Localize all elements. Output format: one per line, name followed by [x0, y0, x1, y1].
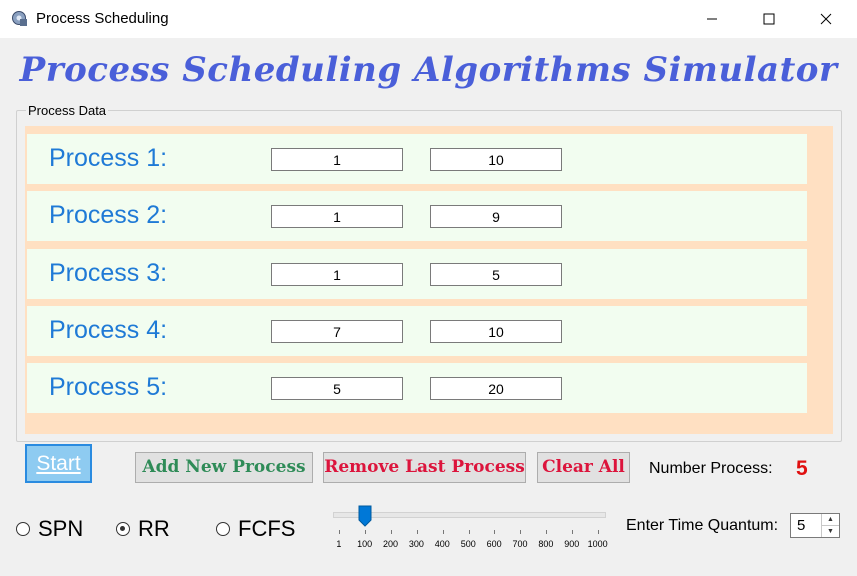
radio-circle-selected: [116, 522, 130, 536]
title-bar: Process Scheduling: [0, 0, 857, 38]
slider-tick: [468, 530, 470, 534]
slider-tick-label: 500: [460, 539, 476, 549]
time-quantum-spinner[interactable]: 5 ▲ ▼: [790, 513, 840, 538]
slider-tick: [390, 530, 392, 534]
arrival-time-input[interactable]: 1: [271, 148, 403, 171]
burst-time-input[interactable]: 10: [430, 148, 562, 171]
radio-rr[interactable]: RR: [116, 516, 170, 542]
radio-circle: [16, 522, 30, 536]
slider-tick: [572, 530, 574, 534]
time-quantum-value: 5: [797, 517, 806, 534]
start-button-label: Start: [36, 452, 81, 475]
burst-time-input[interactable]: 10: [430, 320, 562, 343]
minimize-button[interactable]: [683, 0, 741, 38]
page-title: Process Scheduling Algorithms Simulator: [19, 50, 838, 90]
maximize-icon: [763, 13, 775, 25]
slider-tick-label: 600: [486, 539, 502, 549]
slider-tick-label: 1000: [587, 539, 608, 549]
radio-dot: [120, 526, 125, 531]
arrival-time-input[interactable]: 5: [271, 377, 403, 400]
window-title: Process Scheduling: [36, 10, 169, 27]
slider-tick-label: 700: [512, 539, 528, 549]
number-process-value: 5: [796, 457, 808, 480]
slider-tick: [598, 530, 599, 534]
radio-spn[interactable]: SPN: [16, 516, 83, 542]
close-button[interactable]: [797, 0, 855, 38]
slider-tick: [546, 530, 548, 534]
slider-tick: [339, 530, 340, 534]
slider-tick: [494, 530, 496, 534]
burst-time-input[interactable]: 5: [430, 263, 562, 286]
process-label: Process 4:: [49, 316, 168, 344]
spinner-up-button[interactable]: ▲: [822, 514, 839, 526]
remove-last-process-button[interactable]: Remove Last Process: [323, 452, 526, 483]
app-icon: [12, 11, 27, 26]
process-row: Process 5: 5 20: [27, 363, 807, 413]
radio-label: RR: [138, 516, 170, 541]
arrival-time-input[interactable]: 1: [271, 263, 403, 286]
arrival-time-input[interactable]: 7: [271, 320, 403, 343]
radio-circle: [216, 522, 230, 536]
process-label: Process 5:: [49, 373, 168, 401]
time-quantum-label: Enter Time Quantum:: [626, 517, 779, 534]
burst-time-input[interactable]: 9: [430, 205, 562, 228]
slider-tick: [442, 530, 444, 534]
radio-label: FCFS: [238, 516, 296, 541]
process-row: Process 2: 1 9: [27, 191, 807, 241]
clear-all-button[interactable]: Clear All: [537, 452, 630, 483]
slider-tick: [416, 530, 418, 534]
chevron-up-icon: ▲: [827, 516, 834, 523]
maximize-button[interactable]: [740, 0, 798, 38]
slider-tick-label: 200: [383, 539, 399, 549]
chevron-down-icon: ▼: [827, 528, 834, 535]
spinner-down-button[interactable]: ▼: [822, 526, 839, 537]
process-data-group-label: Process Data: [26, 103, 109, 118]
process-row: Process 3: 1 5: [27, 249, 807, 299]
slider-tick-label: 900: [564, 539, 580, 549]
slider-tick-label: 100: [357, 539, 373, 549]
slider-tick-label: 300: [408, 539, 424, 549]
slider-tick: [520, 530, 522, 534]
process-label: Process 3:: [49, 259, 168, 287]
process-row: Process 1: 1 10: [27, 134, 807, 184]
close-icon: [820, 13, 832, 25]
radio-fcfs[interactable]: FCFS: [216, 516, 295, 542]
start-button[interactable]: Start: [25, 444, 92, 483]
slider-tick-label: 800: [538, 539, 554, 549]
quantum-slider-track[interactable]: [333, 512, 606, 518]
number-process-label: Number Process:: [649, 460, 773, 477]
quantum-slider-thumb[interactable]: [358, 505, 372, 527]
process-row: Process 4: 7 10: [27, 306, 807, 356]
radio-label: SPN: [38, 516, 84, 541]
process-label: Process 2:: [49, 201, 168, 229]
slider-tick-label: 1: [336, 539, 342, 549]
arrival-time-input[interactable]: 1: [271, 205, 403, 228]
spinner-buttons: ▲ ▼: [821, 514, 839, 537]
slider-tick: [364, 530, 366, 534]
slider-tick-label: 400: [434, 539, 450, 549]
add-process-button[interactable]: Add New Process: [135, 452, 313, 483]
burst-time-input[interactable]: 20: [430, 377, 562, 400]
minimize-icon: [707, 18, 717, 20]
process-label: Process 1:: [49, 144, 168, 172]
